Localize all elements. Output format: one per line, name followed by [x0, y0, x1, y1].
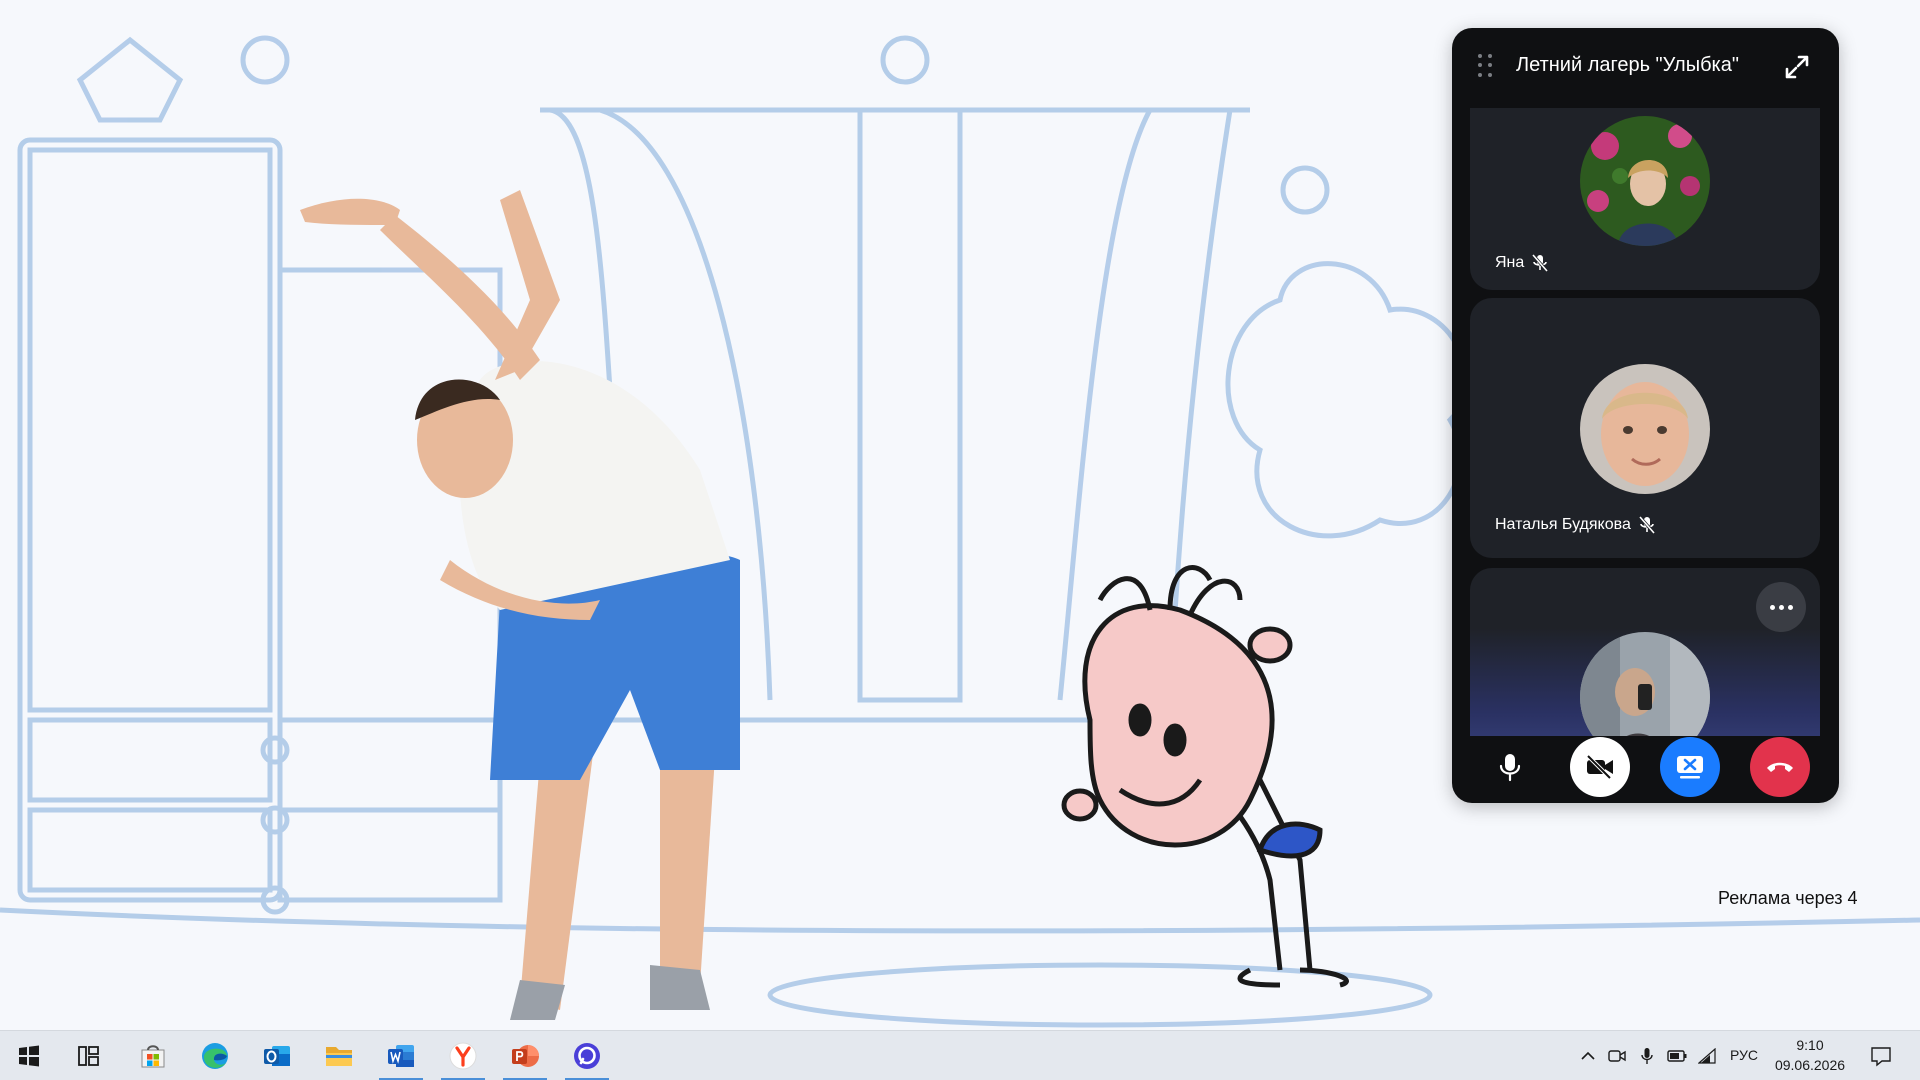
participants-list[interactable]: Яна Наталья Будякова	[1470, 108, 1820, 736]
call-controls[interactable]	[1452, 736, 1839, 803]
wifi-icon	[1698, 1048, 1716, 1064]
call-title: Летний лагерь "Улыбка"	[1516, 54, 1739, 76]
edge-icon	[202, 1043, 228, 1069]
taskbar-app-yandex[interactable]	[438, 1031, 488, 1080]
expand-icon	[1785, 55, 1809, 79]
participant-name: Наталья Будякова	[1495, 516, 1655, 534]
clock-time: 9:10	[1796, 1037, 1824, 1053]
screen-share-button[interactable]	[1660, 737, 1720, 797]
ad-countdown: Реклама через 4	[1718, 888, 1858, 908]
avatar	[1580, 116, 1710, 246]
messenger-icon	[574, 1043, 600, 1069]
call-widget[interactable]: Летний лагерь "Улыбка" Яна Наталья Будяк…	[1452, 28, 1839, 803]
folder-icon	[326, 1047, 352, 1066]
yandex-icon	[449, 1042, 477, 1070]
clock[interactable]: 9:10 09.06.2026	[1772, 1035, 1848, 1075]
participant-tile[interactable]: Наталья Будякова	[1470, 298, 1820, 558]
participant-name: Яна	[1495, 254, 1549, 272]
task-view-icon	[78, 1046, 99, 1066]
taskbar-app-store[interactable]	[128, 1031, 178, 1080]
notifications-button[interactable]	[1868, 1043, 1894, 1069]
windows-start-icon	[19, 1045, 39, 1067]
video-person	[300, 190, 740, 1020]
taskbar: РУС 9:10 09.06.2026	[0, 1030, 1920, 1080]
phone-hangup-icon	[1767, 762, 1793, 772]
chevron-up-icon	[1581, 1051, 1595, 1060]
outlook-icon	[264, 1046, 290, 1066]
notification-center-icon	[1871, 1047, 1891, 1067]
powerpoint-icon	[512, 1045, 539, 1067]
taskbar-app-file-explorer[interactable]	[314, 1031, 364, 1080]
more-options-button[interactable]	[1756, 582, 1806, 632]
battery-icon	[1667, 1050, 1687, 1062]
mic-off-icon	[1532, 254, 1549, 272]
tray-camera-indicator[interactable]	[1607, 1046, 1627, 1066]
microphone-in-use-icon	[1641, 1048, 1653, 1064]
screen-share-stop-icon	[1677, 756, 1703, 779]
microphone-icon	[1499, 754, 1521, 782]
participant-tile[interactable]: Яна	[1470, 108, 1820, 290]
tray-overflow-button[interactable]	[1578, 1046, 1598, 1066]
microphone-button[interactable]	[1480, 737, 1540, 797]
store-icon	[141, 1045, 165, 1068]
taskbar-app-outlook[interactable]	[252, 1031, 302, 1080]
mic-off-icon	[1638, 516, 1655, 534]
tray-battery[interactable]	[1667, 1046, 1687, 1066]
call-widget-header[interactable]: Летний лагерь "Улыбка"	[1452, 28, 1839, 108]
input-language[interactable]: РУС	[1730, 1047, 1758, 1063]
video-cartoon	[1061, 565, 1349, 988]
avatar	[1580, 364, 1710, 494]
drag-handle-icon[interactable]	[1478, 54, 1494, 78]
clock-date: 09.06.2026	[1774, 1057, 1846, 1073]
end-call-button[interactable]	[1750, 737, 1810, 797]
participant-tile[interactable]	[1470, 568, 1820, 736]
taskbar-app-powerpoint[interactable]	[500, 1031, 550, 1080]
taskbar-app-edge[interactable]	[190, 1031, 240, 1080]
camera-in-use-icon	[1608, 1050, 1626, 1062]
start-button[interactable]	[4, 1031, 54, 1080]
camera-toggle-button[interactable]	[1570, 737, 1630, 797]
word-icon	[388, 1045, 414, 1067]
taskbar-app-messenger[interactable]	[562, 1031, 612, 1080]
tray-network[interactable]	[1697, 1046, 1717, 1066]
tray-microphone-indicator[interactable]	[1637, 1046, 1657, 1066]
task-view-button[interactable]	[64, 1031, 114, 1080]
taskbar-app-word[interactable]	[376, 1031, 426, 1080]
expand-button[interactable]	[1776, 46, 1818, 88]
video-off-icon	[1586, 754, 1613, 780]
